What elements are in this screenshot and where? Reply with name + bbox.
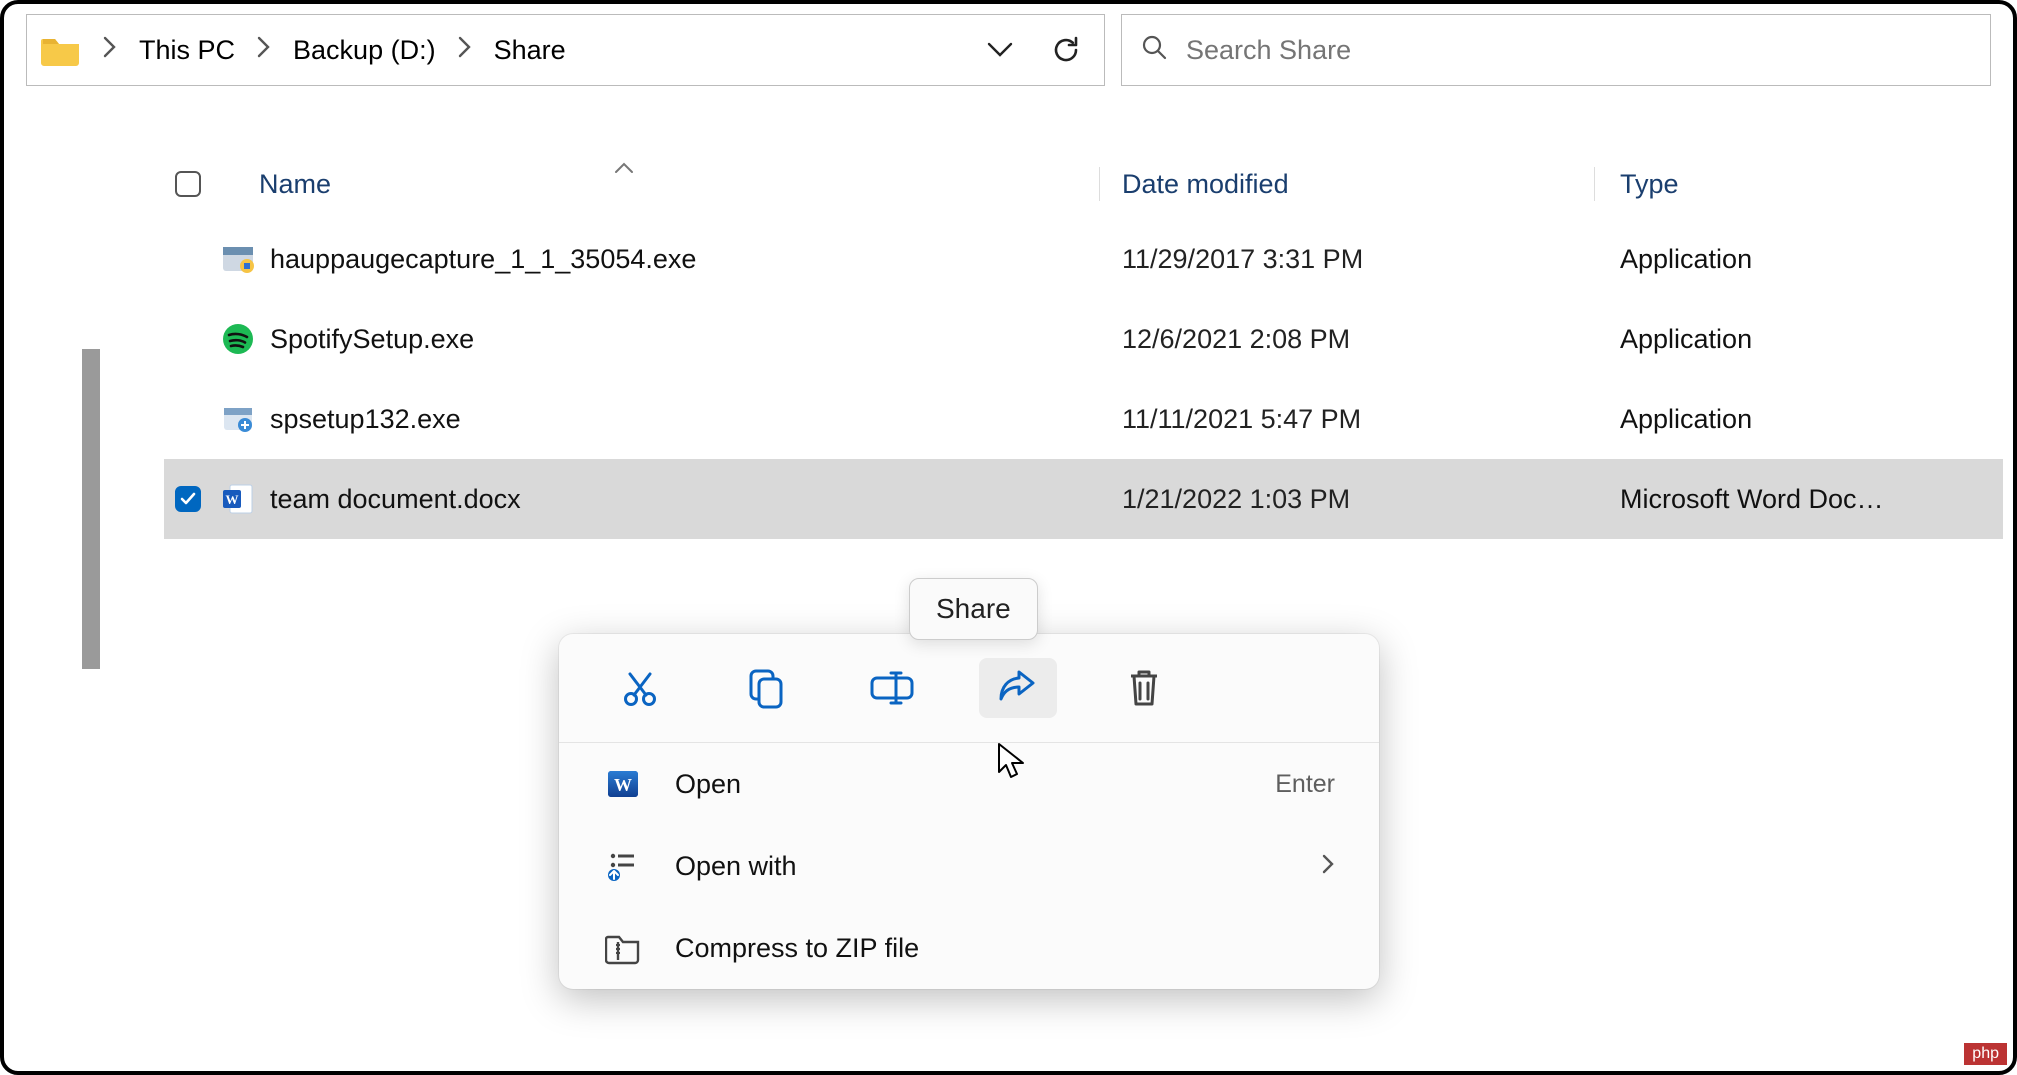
chevron-right-icon — [1321, 851, 1335, 882]
column-header-type[interactable]: Type — [1620, 169, 1679, 200]
context-menu-item-label: Open with — [675, 851, 797, 882]
file-type: Application — [1620, 244, 1752, 275]
context-menu-item-label: Compress to ZIP file — [675, 933, 919, 964]
chevron-right-icon — [93, 36, 127, 65]
row-checkbox[interactable] — [164, 486, 212, 512]
file-type: Application — [1620, 404, 1752, 435]
select-all-checkbox[interactable] — [164, 171, 212, 197]
refresh-button[interactable] — [1036, 20, 1096, 80]
share-button[interactable] — [979, 658, 1057, 718]
breadcrumb-item-share[interactable]: Share — [488, 31, 572, 70]
context-menu: W Open Enter Open with Compress to ZIP f… — [559, 634, 1379, 989]
search-input[interactable] — [1186, 35, 1972, 66]
exe-icon — [220, 401, 256, 437]
mouse-cursor-icon — [996, 742, 1028, 789]
zip-folder-icon — [603, 931, 643, 965]
column-header-date-modified[interactable]: Date modified — [1122, 169, 1289, 200]
file-list: Name Date modified Type hauppaugecapture… — [164, 149, 2003, 539]
file-date: 1/21/2022 1:03 PM — [1122, 484, 1350, 515]
file-row[interactable]: SpotifySetup.exe 12/6/2021 2:08 PM Appli… — [164, 299, 2003, 379]
watermark: php — [1964, 1043, 2007, 1065]
context-menu-compress-zip[interactable]: Compress to ZIP file — [559, 907, 1379, 989]
spotify-icon — [220, 321, 256, 357]
chevron-right-icon — [448, 36, 482, 65]
address-recent-dropdown[interactable] — [970, 20, 1030, 80]
context-menu-item-label: Open — [675, 769, 741, 800]
context-menu-quick-actions — [559, 648, 1379, 743]
context-menu-item-shortcut: Enter — [1275, 770, 1335, 799]
search-box[interactable] — [1121, 14, 1991, 86]
open-with-icon — [603, 848, 643, 884]
copy-button[interactable] — [727, 658, 805, 718]
file-name: SpotifySetup.exe — [270, 324, 474, 355]
cut-button[interactable] — [601, 658, 679, 718]
word-app-icon: W — [603, 766, 643, 802]
address-bar[interactable]: This PC Backup (D:) Share — [26, 14, 1105, 86]
context-menu-open[interactable]: W Open Enter — [559, 743, 1379, 825]
svg-text:W: W — [614, 775, 632, 795]
file-type: Microsoft Word Doc… — [1620, 484, 1884, 515]
svg-text:W: W — [226, 492, 239, 507]
file-row[interactable]: hauppaugecapture_1_1_35054.exe 11/29/201… — [164, 219, 2003, 299]
breadcrumb-item-backup-d[interactable]: Backup (D:) — [287, 31, 442, 70]
file-row[interactable]: spsetup132.exe 11/11/2021 5:47 PM Applic… — [164, 379, 2003, 459]
rename-button[interactable] — [853, 658, 931, 718]
file-name: spsetup132.exe — [270, 404, 461, 435]
sort-indicator-icon — [614, 157, 634, 180]
file-date: 11/29/2017 3:31 PM — [1122, 244, 1363, 275]
installer-icon — [220, 241, 256, 277]
file-row-selected[interactable]: W team document.docx 1/21/2022 1:03 PM M… — [164, 459, 2003, 539]
delete-button[interactable] — [1105, 658, 1183, 718]
file-date: 12/6/2021 2:08 PM — [1122, 324, 1350, 355]
file-type: Application — [1620, 324, 1752, 355]
column-header-name[interactable]: Name — [259, 169, 331, 200]
folder-icon — [41, 33, 81, 67]
file-date: 11/11/2021 5:47 PM — [1122, 404, 1361, 435]
search-icon — [1140, 33, 1168, 68]
context-menu-open-with[interactable]: Open with — [559, 825, 1379, 907]
topbar: This PC Backup (D:) Share — [4, 4, 2013, 96]
column-headers: Name Date modified Type — [164, 149, 2003, 219]
nav-scrollbar[interactable] — [82, 349, 100, 669]
breadcrumb-item-this-pc[interactable]: This PC — [133, 31, 241, 70]
word-doc-icon: W — [220, 481, 256, 517]
tooltip-share: Share — [909, 578, 1038, 640]
file-name: team document.docx — [270, 484, 521, 515]
file-name: hauppaugecapture_1_1_35054.exe — [270, 244, 696, 275]
chevron-right-icon — [247, 36, 281, 65]
